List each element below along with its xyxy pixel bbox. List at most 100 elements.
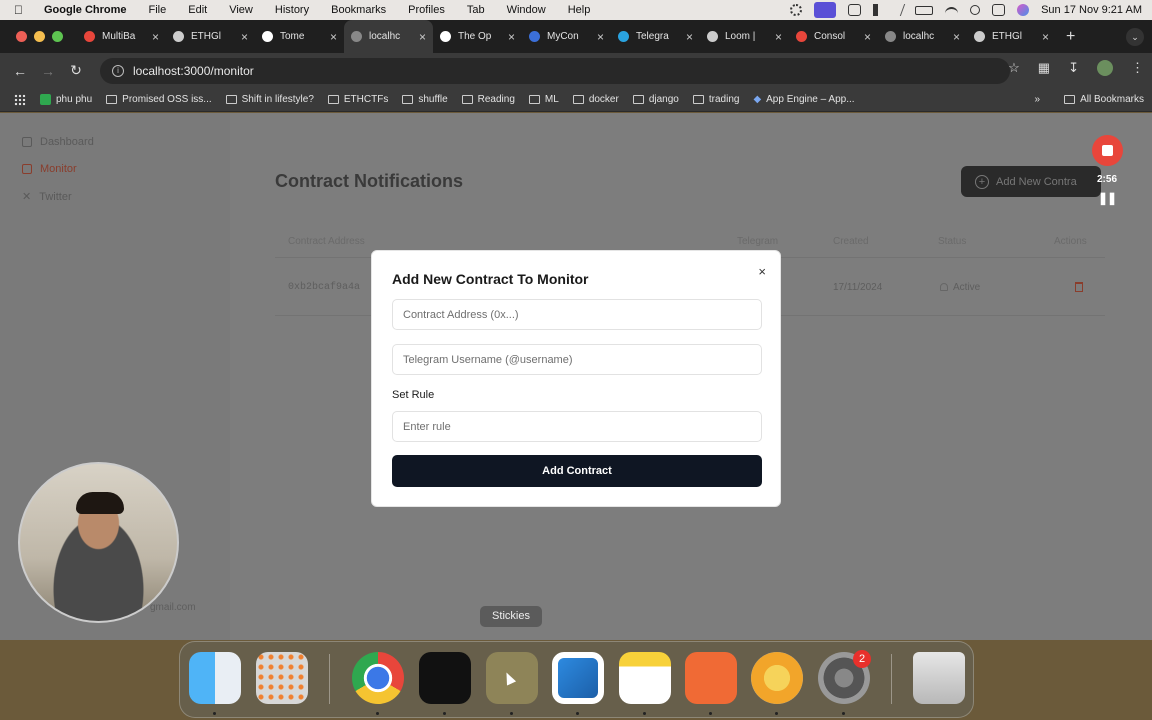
close-tab-icon[interactable]: × [686,30,693,44]
siri-icon[interactable] [1017,4,1030,16]
bookmark-item[interactable]: shuffle [402,94,448,105]
bookmark-item[interactable]: Shift in lifestyle? [225,94,314,105]
close-icon[interactable]: × [758,264,766,279]
bookmark-item[interactable]: docker [572,94,619,105]
pause-icon[interactable]: ❚❚ [1088,191,1126,205]
dock-tooltip: Stickies [480,606,542,627]
address-bar[interactable]: i localhost:3000/monitor [100,57,1010,84]
browser-tab[interactable]: ETHGl × [166,20,255,53]
apple-icon[interactable]:  [14,3,32,17]
bookmark-item[interactable]: trading [692,94,739,105]
close-tab-icon[interactable]: × [152,30,159,44]
contract-address-input[interactable] [392,299,762,330]
browser-tab[interactable]: Consol × [789,20,878,53]
menu-app-name[interactable]: Google Chrome [44,4,127,16]
launchpad-icon[interactable] [256,652,308,704]
postman-icon[interactable] [685,652,737,704]
webcam-bubble[interactable] [18,462,179,623]
browser-tab[interactable]: The Op × [433,20,522,53]
bookmark-item[interactable]: ETHCTFs [327,94,388,105]
close-tab-icon[interactable]: × [775,30,782,44]
trash-icon[interactable] [913,652,965,704]
menu-history[interactable]: History [275,4,309,16]
menu-view[interactable]: View [229,4,253,16]
browser-tab[interactable]: MultiBa × [77,20,166,53]
site-info-icon[interactable]: i [112,64,124,77]
browser-tab[interactable]: Telegra × [611,20,700,53]
user-email[interactable]: gmail.com [150,602,196,613]
spotlight-icon[interactable] [970,5,981,15]
chrome-canary-icon[interactable] [751,652,803,704]
menu-window[interactable]: Window [507,4,546,16]
minimize-window-button[interactable] [34,31,45,42]
browser-tab[interactable]: Loom | × [700,20,789,53]
sidebar-item-monitor[interactable]: Monitor [22,163,77,175]
browser-tab[interactable]: ETHGl × [967,20,1056,53]
zoom-window-button[interactable] [52,31,63,42]
close-tab-icon[interactable]: × [419,30,426,44]
reload-icon[interactable]: ↻ [62,62,90,79]
folder-icon [327,95,339,104]
sidebar-item-twitter[interactable]: ✕ Twitter [22,190,72,204]
menu-tab[interactable]: Tab [467,4,485,16]
bookmark-item[interactable]: Promised OSS iss... [106,94,212,105]
rule-input[interactable] [392,411,762,442]
tab-search-icon[interactable]: ⌄ [1126,28,1144,46]
control-center-icon[interactable] [992,4,1006,16]
controls-icon[interactable] [848,4,862,16]
browser-tab[interactable]: MyCon × [522,20,611,53]
menu-profiles[interactable]: Profiles [408,4,445,16]
plus-circle-icon: + [975,174,989,189]
close-tab-icon[interactable]: × [1042,30,1049,44]
sidebar-item-label: Monitor [40,163,77,175]
menu-datetime[interactable]: Sun 17 Nov 9:21 AM [1041,4,1142,16]
profile-avatar[interactable] [1097,60,1113,76]
back-icon[interactable]: ← [6,63,34,79]
extensions-icon[interactable]: ▦ [1038,60,1050,76]
wifi-icon[interactable] [945,6,959,14]
bookmark-item[interactable]: django [632,94,679,105]
close-tab-icon[interactable]: × [597,30,604,44]
close-tab-icon[interactable]: × [508,30,515,44]
menu-bookmarks[interactable]: Bookmarks [331,4,386,16]
screen-record-icon[interactable] [814,2,837,18]
bluetooth-off-icon[interactable] [892,4,906,16]
more-bookmarks-icon[interactable]: » [1035,94,1041,105]
telegram-username-input[interactable] [392,344,762,375]
vscode-icon[interactable] [552,652,604,704]
add-contract-button[interactable]: Add Contract [392,455,762,487]
browser-tab[interactable]: localhc × [344,20,433,53]
add-new-contract-button[interactable]: + Add New Contra [961,166,1101,197]
close-tab-icon[interactable]: × [330,30,337,44]
finder-icon[interactable] [189,652,241,704]
all-bookmarks-button[interactable]: All Bookmarks [1064,94,1144,105]
volume-icon[interactable] [873,4,883,16]
battery-icon[interactable] [915,5,934,15]
chrome-menu-icon[interactable]: ⋮ [1131,60,1144,76]
close-tab-icon[interactable]: × [864,30,871,44]
bookmark-item[interactable]: Reading [461,94,515,105]
bookmark-item[interactable]: ◆ App Engine – App... [753,94,854,105]
new-tab-icon[interactable]: + [1066,28,1075,46]
forward-icon[interactable]: → [34,63,62,79]
brightness-icon[interactable] [790,4,803,16]
bookmark-star-icon[interactable]: ☆ [1008,60,1020,76]
chrome-icon[interactable] [352,652,404,704]
stop-recording-button[interactable] [1091,135,1123,166]
menu-file[interactable]: File [149,4,167,16]
close-tab-icon[interactable]: × [241,30,248,44]
bookmark-item[interactable]: ML [528,94,559,105]
notes-icon[interactable] [619,652,671,704]
download-icon[interactable]: ↧ [1068,60,1079,76]
cursor-editor-icon[interactable] [419,652,471,704]
bookmark-item[interactable]: phu phu [40,94,92,105]
close-window-button[interactable] [16,31,27,42]
menu-edit[interactable]: Edit [188,4,207,16]
apps-grid-icon[interactable] [14,93,26,106]
trash-icon[interactable] [1075,282,1083,292]
browser-tab[interactable]: localhc × [878,20,967,53]
close-tab-icon[interactable]: × [953,30,960,44]
sidebar-item-dashboard[interactable]: Dashboard [22,136,94,148]
browser-tab[interactable]: Tome × [255,20,344,53]
menu-help[interactable]: Help [568,4,591,16]
